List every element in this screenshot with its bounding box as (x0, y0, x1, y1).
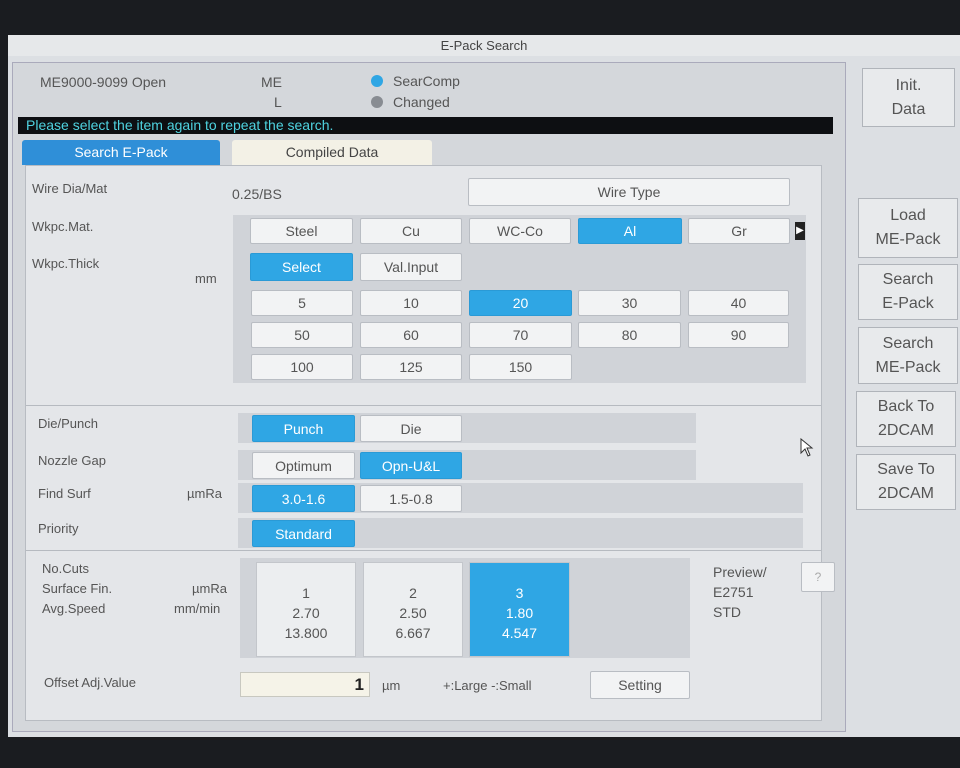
save-label: Save To (877, 461, 935, 478)
thick-90-button[interactable]: 90 (688, 322, 789, 348)
init-label-2: Data (891, 100, 926, 118)
init-data-button[interactable]: Init. Data (862, 68, 955, 127)
save-to-2dcam-button[interactable]: Save To 2DCAM (856, 454, 956, 510)
changed-radio-icon[interactable] (371, 96, 383, 108)
search-me-pack-button[interactable]: Search ME-Pack (858, 327, 958, 384)
thick-30-button[interactable]: 30 (578, 290, 681, 316)
wire-value: 0.25/BS (232, 186, 282, 202)
mat-steel-button[interactable]: Steel (250, 218, 353, 244)
preview-info: Preview/E2751 STD (713, 562, 767, 622)
thick-val-input-button[interactable]: Val.Input (360, 253, 462, 281)
die-button[interactable]: Die (360, 415, 462, 442)
offset-hint: +:Large -:Small (443, 678, 532, 693)
thick-40-button[interactable]: 40 (688, 290, 789, 316)
cut-count: 3 (515, 585, 524, 601)
no-cuts-label: No.Cuts (42, 561, 89, 576)
mat-cu-button[interactable]: Cu (360, 218, 462, 244)
opn-ul-button[interactable]: Opn-U&L (360, 452, 462, 479)
thick-50-button[interactable]: 50 (251, 322, 353, 348)
message-bar: Please select the item again to repeat t… (18, 117, 833, 134)
load-me-pack-button[interactable]: Load ME-Pack (858, 198, 958, 258)
cut-option-3[interactable]: 3 1.80 4.547 (469, 562, 570, 657)
divider (26, 405, 821, 406)
cut-option-2[interactable]: 2 2.50 6.667 (363, 562, 463, 657)
scroll-right-arrow-icon[interactable]: ▶ (795, 222, 805, 240)
punch-button[interactable]: Punch (252, 415, 355, 442)
back-label: Back To (877, 398, 935, 415)
thick-20-button[interactable]: 20 (469, 290, 572, 316)
save-label-2: 2DCAM (877, 485, 934, 502)
search-e-label: Search (882, 271, 934, 288)
cut-surface: 2.50 (399, 605, 427, 621)
preview-std: STD (713, 604, 741, 620)
offset-label: Offset Adj.Value (44, 675, 137, 690)
priority-label: Priority (38, 521, 79, 536)
mat-gr-button[interactable]: Gr (688, 218, 790, 244)
init-label: Init. (895, 76, 922, 94)
surface-unit: µmRa (192, 581, 227, 596)
mat-al-button[interactable]: Al (578, 218, 682, 244)
thick-80-button[interactable]: 80 (578, 322, 681, 348)
cut-count: 1 (302, 585, 310, 601)
standard-button[interactable]: Standard (252, 520, 355, 547)
cut-option-1[interactable]: 1 2.70 13.800 (256, 562, 356, 657)
thick-60-button[interactable]: 60 (360, 322, 462, 348)
mat-wc-co-button[interactable]: WC-Co (469, 218, 571, 244)
load-label: Load (890, 207, 926, 224)
cut-surface: 1.80 (505, 605, 534, 621)
thick-5-button[interactable]: 5 (251, 290, 353, 316)
thick-unit: mm (195, 271, 217, 286)
find-surf-label: Find Surf (38, 486, 91, 501)
thick-125-button[interactable]: 125 (360, 354, 462, 380)
tab-compiled-data[interactable]: Compiled Data (232, 140, 432, 165)
find-surf-unit: µmRa (187, 486, 222, 501)
setting-button[interactable]: Setting (590, 671, 690, 699)
optimum-button[interactable]: Optimum (252, 452, 355, 479)
offset-input[interactable]: 1 (240, 672, 370, 697)
cut-surface: 2.70 (292, 605, 320, 621)
preview-label: Preview/ (713, 564, 767, 580)
help-button[interactable]: ? (801, 562, 835, 592)
thick-select-button[interactable]: Select (250, 253, 353, 281)
back-label-2: 2DCAM (877, 422, 934, 439)
divider (26, 550, 821, 551)
search-e-pack-button[interactable]: Search E-Pack (858, 264, 958, 320)
load-label-2: ME-Pack (875, 231, 941, 248)
wkpc-thick-label: Wkpc.Thick (32, 256, 100, 271)
window-title: E-Pack Search (8, 35, 960, 56)
search-me-label: Search (882, 334, 934, 352)
wire-label: Wire Dia/Mat (32, 181, 108, 196)
thick-10-button[interactable]: 10 (360, 290, 462, 316)
preview-code: E2751 (713, 584, 754, 600)
back-to-2dcam-button[interactable]: Back To 2DCAM (856, 391, 956, 447)
l-label: L (274, 94, 282, 110)
me-label: ME (261, 74, 282, 90)
cut-speed: 13.800 (284, 625, 328, 641)
offset-unit: µm (382, 678, 401, 693)
search-me-label-2: ME-Pack (875, 358, 941, 376)
cut-speed: 4.547 (501, 625, 538, 641)
cut-speed: 6.667 (395, 625, 431, 641)
searcomp-label: SearComp (393, 73, 460, 89)
search-e-label-2: E-Pack (882, 295, 934, 312)
surf-3.0-1.6-button[interactable]: 3.0-1.6 (252, 485, 355, 512)
changed-label: Changed (393, 94, 450, 110)
surf-1.5-0.8-button[interactable]: 1.5-0.8 (360, 485, 462, 512)
searcomp-radio-icon[interactable] (371, 75, 383, 87)
wkpc-mat-label: Wkpc.Mat. (32, 219, 94, 234)
die-punch-label: Die/Punch (38, 416, 98, 431)
mouse-cursor-icon (800, 438, 814, 457)
speed-unit: mm/min (174, 601, 221, 616)
cut-count: 2 (409, 585, 417, 601)
thick-150-button[interactable]: 150 (469, 354, 572, 380)
wire-type-button[interactable]: Wire Type (468, 178, 790, 206)
avg-speed-label: Avg.Speed (42, 601, 106, 616)
range-label: ME9000-9099 Open (40, 74, 167, 90)
thick-100-button[interactable]: 100 (251, 354, 353, 380)
thick-70-button[interactable]: 70 (469, 322, 572, 348)
surface-fin-label: Surface Fin. (42, 581, 113, 596)
nozzle-gap-label: Nozzle Gap (38, 453, 106, 468)
tab-search-e-pack[interactable]: Search E-Pack (22, 140, 220, 165)
